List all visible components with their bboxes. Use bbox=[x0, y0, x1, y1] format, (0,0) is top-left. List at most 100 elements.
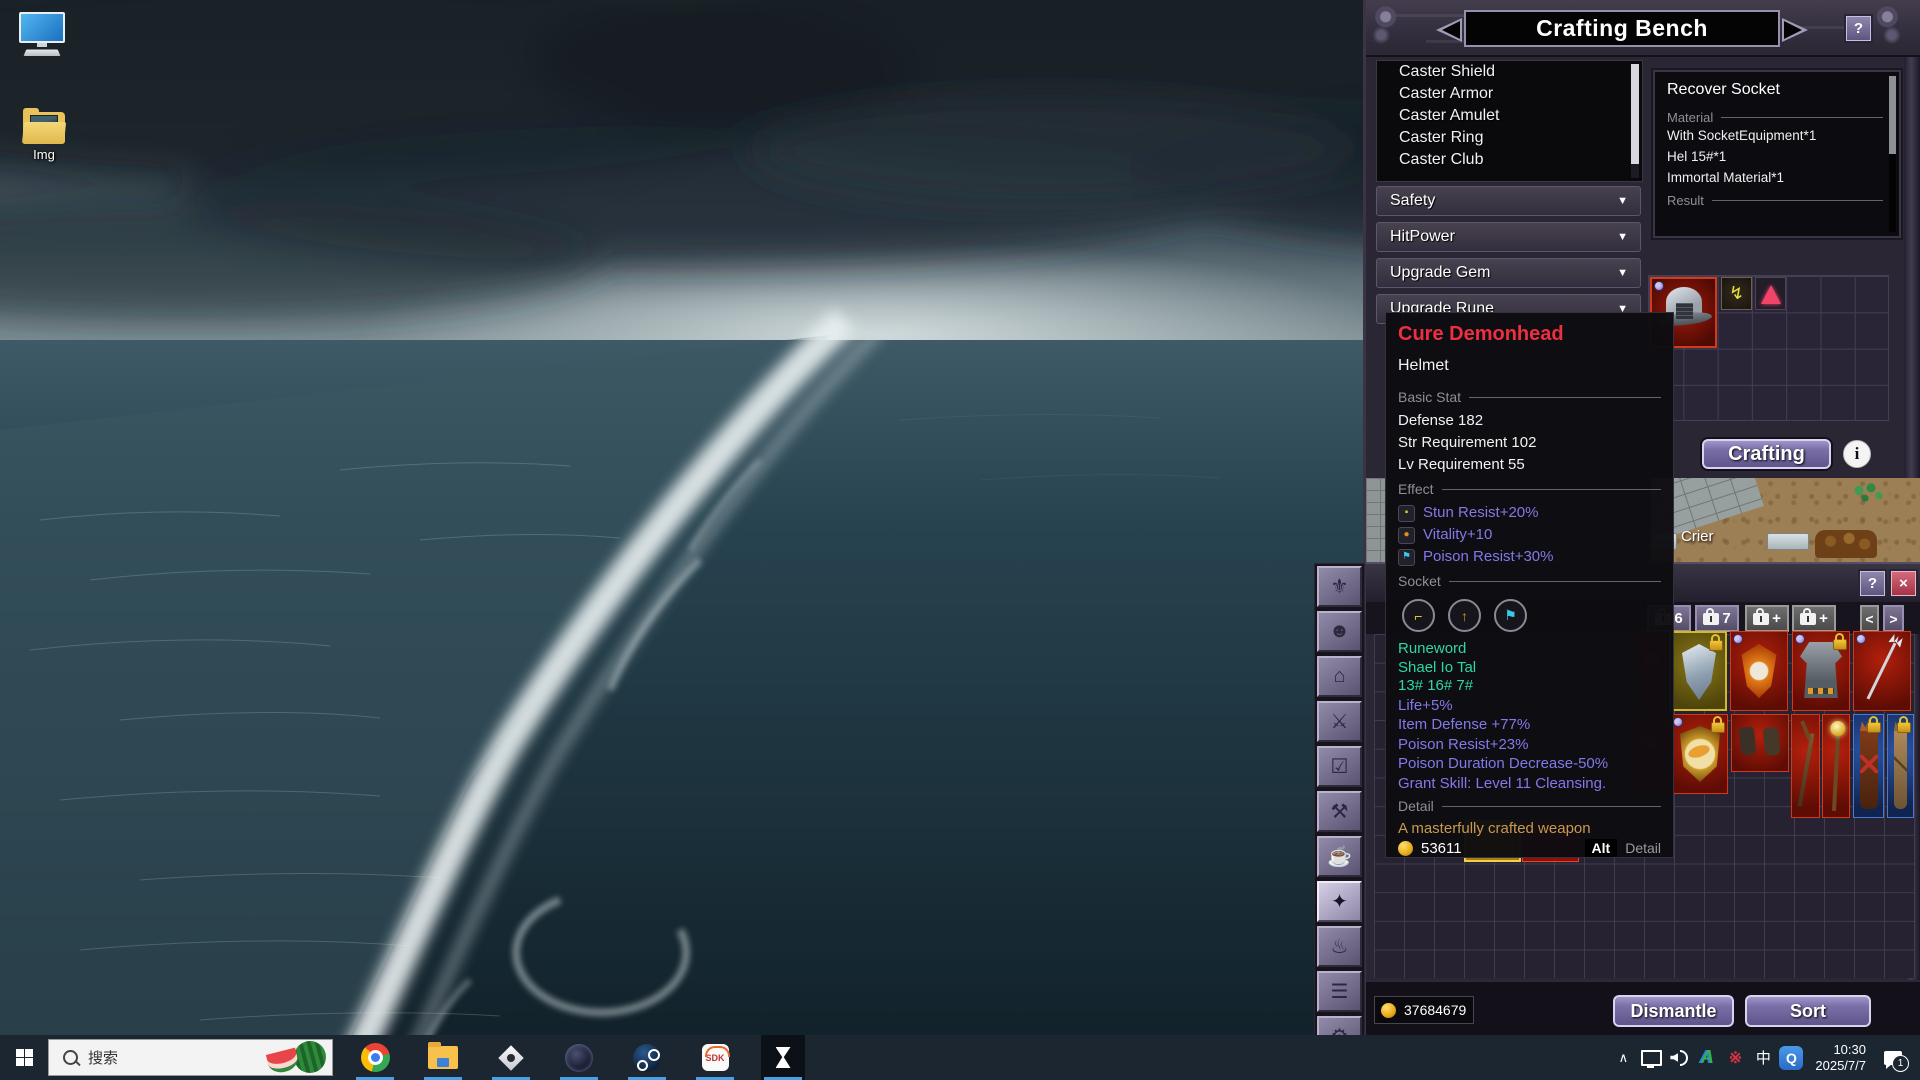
ime-indicator[interactable]: 中 bbox=[1749, 1035, 1777, 1080]
list-scrollbar[interactable] bbox=[1631, 64, 1639, 178]
helmet-icon[interactable]: ⚔ bbox=[1317, 701, 1362, 742]
armor-icon bbox=[1800, 642, 1842, 698]
stat-line: Defense 182 bbox=[1398, 410, 1661, 432]
runeword-effect: Grant Skill: Level 11 Cleansing. bbox=[1398, 774, 1661, 794]
item-name: Cure Demonhead bbox=[1398, 323, 1661, 346]
steam-taskbar-icon[interactable] bbox=[625, 1035, 669, 1080]
accordion-hitpower[interactable]: HitPower ▼ bbox=[1376, 222, 1641, 252]
gold-amount-box: 37684679 bbox=[1374, 996, 1474, 1024]
npc-label: Crier bbox=[1681, 528, 1714, 545]
network-display-icon[interactable] bbox=[1637, 1035, 1665, 1080]
speaker-icon[interactable] bbox=[1665, 1035, 1693, 1080]
accordion-safety[interactable]: Safety ▼ bbox=[1376, 186, 1641, 216]
runeword-effect: Life+5% bbox=[1398, 696, 1661, 716]
forge-icon[interactable]: ⚒ bbox=[1317, 791, 1362, 832]
inventory-item-orange-shield[interactable] bbox=[1730, 631, 1788, 711]
shield-icon bbox=[1680, 726, 1720, 782]
inventory-item-armor[interactable] bbox=[1792, 631, 1850, 711]
list-icon[interactable]: ☰ bbox=[1317, 971, 1362, 1012]
recipe-title: Recover Socket bbox=[1667, 81, 1780, 99]
craft-wand-icon[interactable]: ✦ bbox=[1317, 881, 1362, 922]
crafting-button[interactable]: Crafting bbox=[1700, 437, 1833, 471]
chevron-down-icon: ▼ bbox=[1617, 267, 1640, 279]
quiver-icon bbox=[1894, 729, 1907, 809]
gold-coin-icon bbox=[1398, 841, 1413, 856]
chrome-taskbar-icon[interactable] bbox=[353, 1035, 397, 1080]
accordion-upgrade-gem[interactable]: Upgrade Gem ▼ bbox=[1376, 258, 1641, 288]
house-icon[interactable]: ⌂ bbox=[1317, 656, 1362, 697]
lock-icon bbox=[1711, 722, 1725, 733]
detail-hint: Detail bbox=[1625, 840, 1661, 856]
item-marker-dot bbox=[1673, 717, 1683, 727]
tab-next-button[interactable]: > bbox=[1883, 605, 1904, 632]
wings-icon[interactable]: ⚜ bbox=[1317, 566, 1362, 607]
colorful-a-app-icon[interactable]: A bbox=[1693, 1035, 1721, 1080]
craft-category-list: Caster Shield Caster Armor Caster Amulet… bbox=[1376, 60, 1643, 182]
notification-center-icon[interactable]: 1 bbox=[1876, 1035, 1910, 1080]
stash-icon[interactable]: ♨ bbox=[1317, 926, 1362, 967]
npc-icon[interactable]: ☻ bbox=[1317, 611, 1362, 652]
tooltip-bottom-row: 53611 Alt Detail bbox=[1398, 839, 1661, 857]
info-icon[interactable]: i bbox=[1843, 440, 1871, 468]
inventory-tab-add[interactable]: + bbox=[1745, 605, 1789, 632]
red-pinwheel-app-icon[interactable]: ※ bbox=[1721, 1035, 1749, 1080]
effect-line: ⚑ Poison Resist+30% bbox=[1398, 546, 1661, 568]
clock-time: 10:30 bbox=[1815, 1042, 1866, 1058]
crafting-material-grid[interactable]: ↯ bbox=[1648, 275, 1889, 421]
hourglass-icon bbox=[776, 1047, 791, 1068]
material-item-gem[interactable] bbox=[1755, 277, 1786, 310]
quest-log-icon[interactable]: ☑ bbox=[1317, 746, 1362, 787]
inventory-item-quiver[interactable] bbox=[1887, 714, 1914, 818]
gold-coin-icon bbox=[1381, 1003, 1396, 1018]
tab-prev-button[interactable]: < bbox=[1860, 605, 1879, 632]
folder-icon bbox=[23, 112, 65, 144]
inventory-tab-7[interactable]: 7 bbox=[1695, 605, 1739, 632]
sdk-app-taskbar-icon[interactable]: SDK bbox=[693, 1035, 737, 1080]
sort-button[interactable]: Sort bbox=[1743, 993, 1873, 1029]
inventory-bottom-bar: 37684679 Dismantle Sort bbox=[1366, 980, 1920, 1035]
help-button[interactable]: ? bbox=[1846, 16, 1871, 41]
rune-icon: ⚑ bbox=[1398, 549, 1415, 566]
inventory-tab-add[interactable]: + bbox=[1792, 605, 1836, 632]
list-item[interactable]: Caster Shield bbox=[1377, 61, 1642, 83]
inventory-item-orb-staff[interactable] bbox=[1822, 714, 1850, 818]
this-pc-icon[interactable] bbox=[10, 12, 74, 57]
inventory-item-spear[interactable] bbox=[1853, 631, 1911, 711]
inventory-help-button[interactable]: ? bbox=[1860, 571, 1885, 596]
chevron-down-icon: ▼ bbox=[1617, 195, 1640, 207]
material-section-label: Material bbox=[1667, 110, 1883, 125]
recipe-scrollbar[interactable] bbox=[1889, 76, 1896, 232]
effect-line: ▪ Stun Resist+20% bbox=[1398, 502, 1661, 524]
game-world-view: Crier bbox=[1651, 478, 1920, 562]
list-item[interactable]: Caster Club bbox=[1377, 149, 1642, 171]
inventory-item-wand[interactable] bbox=[1791, 714, 1820, 818]
img-folder-icon[interactable]: Img bbox=[12, 112, 76, 162]
list-item[interactable]: Caster Amulet bbox=[1377, 105, 1642, 127]
file-explorer-taskbar-icon[interactable] bbox=[421, 1035, 465, 1080]
inventory-item-quiver[interactable] bbox=[1853, 714, 1884, 818]
close-icon[interactable]: × bbox=[1891, 571, 1916, 596]
runeword-effect: Item Defense +77% bbox=[1398, 715, 1661, 735]
effect-section: Effect bbox=[1398, 481, 1661, 497]
dismantle-button[interactable]: Dismantle bbox=[1611, 993, 1736, 1029]
brew-icon[interactable]: ☕ bbox=[1317, 836, 1362, 877]
material-item-rune[interactable]: ↯ bbox=[1721, 277, 1752, 310]
tray-chevron-up-icon[interactable]: ∧ bbox=[1609, 1035, 1637, 1080]
socket-rune-icon: ⚑ bbox=[1494, 599, 1527, 632]
inventory-item-gloves[interactable] bbox=[1731, 714, 1789, 772]
notification-badge: 1 bbox=[1892, 1055, 1909, 1072]
q-browser-icon[interactable]: Q bbox=[1777, 1035, 1805, 1080]
detail-section: Detail bbox=[1398, 798, 1661, 814]
list-item[interactable]: Caster Ring bbox=[1377, 127, 1642, 149]
hourglass-app-taskbar-icon[interactable] bbox=[761, 1035, 805, 1080]
clock[interactable]: 10:30 2025/7/7 bbox=[1805, 1042, 1876, 1074]
bag-icon bbox=[1753, 613, 1769, 625]
list-item[interactable]: Caster Armor bbox=[1377, 83, 1642, 105]
dark-orb-taskbar-icon[interactable] bbox=[557, 1035, 601, 1080]
cube-game-taskbar-icon[interactable] bbox=[489, 1035, 533, 1080]
window-title: Crafting Bench bbox=[1536, 15, 1708, 42]
inventory-item-silver-shield[interactable] bbox=[1669, 631, 1727, 711]
start-button[interactable] bbox=[0, 1035, 48, 1080]
inventory-item-fish-shield[interactable] bbox=[1670, 714, 1728, 794]
search-input[interactable]: 搜索 bbox=[48, 1039, 333, 1076]
